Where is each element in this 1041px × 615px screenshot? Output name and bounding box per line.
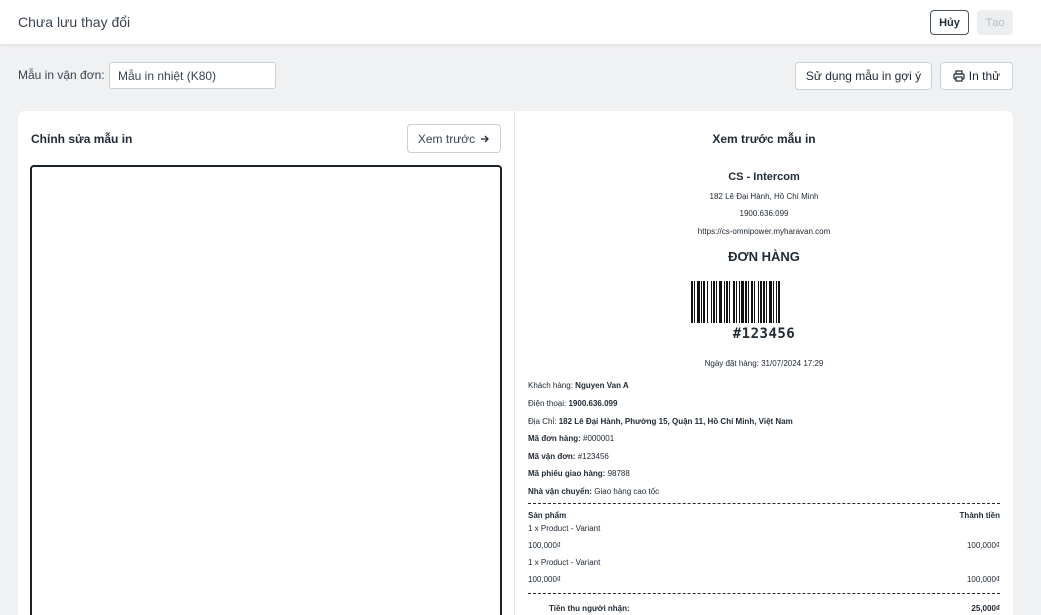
template-select[interactable]: Mẫu in nhiệt (K80) <box>109 62 276 89</box>
create-button[interactable]: Tạo <box>977 10 1013 35</box>
cancel-button[interactable]: Hủy <box>930 10 969 35</box>
amount-column-header: Thành tiền <box>959 511 1000 520</box>
phone-line: Điện thoại: 1900.636.099 <box>528 399 618 408</box>
item-price-row: 100,000₫ 100,000₫ <box>528 541 1000 550</box>
test-print-button[interactable]: In thử <box>940 62 1013 90</box>
collect-amount-value: 25,000₫ <box>971 604 1000 613</box>
carrier-line: Nhà vận chuyển: Giao hàng cao tốc <box>528 487 660 496</box>
store-phone: 1900.636.099 <box>739 209 789 218</box>
arrow-right-icon <box>481 135 490 142</box>
template-label: Mẫu in vận đơn: <box>18 68 105 82</box>
dashed-divider <box>528 593 1000 594</box>
editor-title: Chỉnh sửa mẫu in <box>31 132 133 146</box>
printer-icon <box>953 70 965 82</box>
shipping-number-line: Mã vận đơn: #123456 <box>528 452 609 461</box>
preview-title: Xem trước mẫu in <box>712 132 816 146</box>
template-editor[interactable] <box>30 165 502 615</box>
dashed-divider <box>528 503 1000 504</box>
order-number-line: Mã đơn hàng: #000001 <box>528 434 615 443</box>
preview-button-label: Xem trước <box>417 131 476 146</box>
collect-amount-label: Tiền thu người nhận: <box>549 604 630 613</box>
address-line: Địa Chỉ: 182 Lê Đại Hành, Phường 15, Quậ… <box>528 417 793 426</box>
store-address: 182 Lê Đại Hành, Hồ Chí Minh <box>709 192 819 201</box>
document-title: ĐƠN HÀNG <box>728 249 800 264</box>
customer-line: Khách hàng: Nguyen Van A <box>528 381 629 390</box>
delivery-slip-line: Mã phiếu giao hàng: 98788 <box>528 469 630 478</box>
items-header: Sản phẩm Thành tiền <box>528 511 1000 520</box>
barcode-image <box>691 281 780 323</box>
item-name-row: 1 x Product - Variant <box>528 524 601 533</box>
product-column-header: Sản phẩm <box>528 511 567 520</box>
preview-button[interactable]: Xem trước <box>407 124 501 153</box>
store-url: https://cs-omnipower.myharavan.com <box>697 227 831 236</box>
top-bar: Chưa lưu thay đổi Hủy Tạo <box>0 0 1041 45</box>
store-name: CS - Intercom <box>728 171 800 183</box>
unsaved-changes-title: Chưa lưu thay đổi <box>18 14 131 30</box>
collect-amount-row: Tiền thu người nhận: 25,000₫ <box>549 604 1000 613</box>
order-date: Ngày đặt hàng: 31/07/2024 17:29 <box>704 359 824 368</box>
item-price-row: 100,000₫ 100,000₫ <box>528 575 1000 584</box>
order-code: #123456 <box>732 326 796 342</box>
test-print-label: In thử <box>968 69 1001 83</box>
use-suggested-template-button[interactable]: Sử dụng mẫu in gợi ý <box>795 62 932 90</box>
item-name-row: 1 x Product - Variant <box>528 558 601 567</box>
